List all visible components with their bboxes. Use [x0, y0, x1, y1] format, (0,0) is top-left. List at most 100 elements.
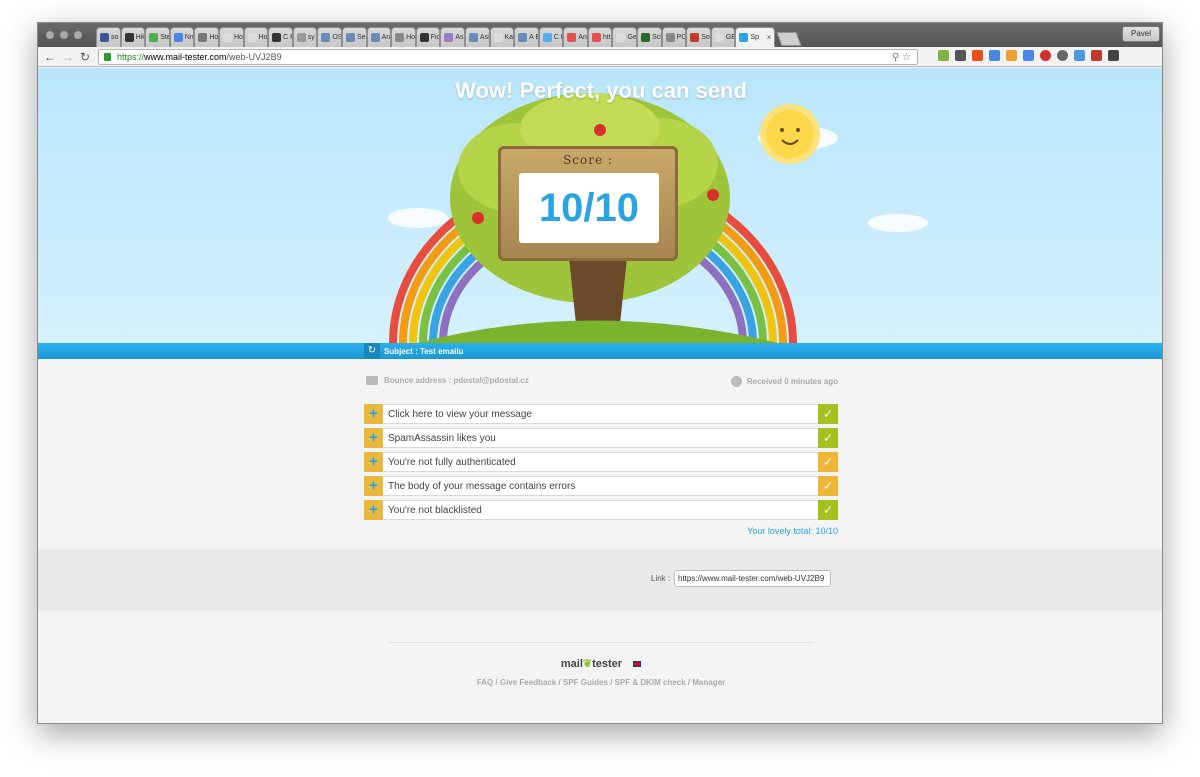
browser-tab[interactable]: Asi [464, 27, 490, 47]
browser-tab[interactable]: Ho [391, 27, 416, 47]
favicon-icon [370, 33, 380, 42]
hero-title: Wow! Perfect, you can send [455, 78, 747, 103]
address-bar[interactable]: https://www.mail-tester.com/web-UVJ2B9 ⚲… [98, 49, 918, 65]
url-host: www.mail-tester.com [144, 52, 227, 62]
tab-label: Fic [430, 34, 441, 41]
adblock-icon[interactable] [1040, 50, 1051, 61]
extension-icon[interactable] [938, 50, 949, 61]
extension-icon[interactable] [972, 50, 983, 61]
share-link-band: Link : [38, 549, 1162, 611]
subject: ↻ Subject : Test emailu [364, 343, 463, 359]
browser-tab[interactable]: Ste [145, 27, 170, 47]
browser-tab[interactable]: sy [292, 27, 318, 47]
score-board: 10/10 [519, 173, 659, 243]
new-tab-button[interactable] [776, 32, 802, 46]
browser-tab[interactable]: Ara [366, 27, 392, 47]
browser-tab[interactable]: Sci [637, 27, 662, 47]
browser-tab[interactable]: OS [317, 27, 342, 47]
browser-tab[interactable]: Ho [194, 27, 219, 47]
minimize-window-icon[interactable] [60, 31, 68, 39]
close-tab-icon[interactable]: × [767, 33, 772, 42]
browser-tab[interactable]: GE [710, 27, 736, 47]
check-row[interactable]: + SpamAssassin likes you ✓ [364, 427, 838, 448]
expand-plus-icon[interactable]: + [364, 451, 383, 472]
refresh-icon[interactable]: ↻ [364, 343, 380, 359]
uk-flag-icon[interactable] [633, 661, 642, 668]
check-label: You're not fully authenticated [388, 456, 516, 468]
bookmark-star-icon[interactable]: ☆ [902, 52, 911, 63]
check-row[interactable]: + Click here to view your message ✓ [364, 403, 838, 424]
browser-tab[interactable]: Ho [243, 27, 269, 47]
browser-tab[interactable]: Ka [489, 27, 515, 47]
extension-icon[interactable] [1091, 50, 1102, 61]
tab-label: Hik [135, 34, 146, 41]
browser-tab[interactable]: A E [514, 27, 539, 47]
footer-links[interactable]: FAQ / Give Feedback / SPF Guides / SPF &… [38, 678, 1162, 687]
extension-icon[interactable] [1057, 50, 1068, 61]
favicon-icon [222, 33, 232, 42]
bounce-address-text: Bounce address : pdostal@pdostal.cz [384, 376, 529, 385]
footer: mail❦tester FAQ / Give Feedback / SPF Gu… [38, 611, 1162, 723]
favicon-icon [321, 33, 331, 42]
expand-plus-icon[interactable]: + [364, 475, 383, 496]
translate-icon[interactable] [1023, 50, 1034, 61]
check-row[interactable]: + The body of your message contains error… [364, 475, 838, 496]
profile-button[interactable]: Pavel [1121, 26, 1160, 42]
close-window-icon[interactable] [46, 31, 54, 39]
tab-label: Ste [160, 34, 170, 41]
zoom-icon[interactable]: ⚲ [892, 52, 899, 63]
browser-tab-active[interactable]: Sp × [735, 27, 776, 47]
share-link-input[interactable] [674, 570, 831, 587]
extension-icon[interactable] [1006, 50, 1017, 61]
browser-tab[interactable]: PC [661, 27, 687, 47]
browser-tab[interactable]: Hik [120, 27, 146, 47]
browser-tab[interactable]: So [686, 27, 711, 47]
favicon-icon [493, 33, 503, 42]
browser-window: so Hik Ste Nm Ho Ho Ho C F sy OS Se Ara Ho Fic Asi Asi K… [37, 22, 1163, 724]
expand-plus-icon[interactable]: + [364, 427, 383, 448]
mail-tester-logo[interactable]: mail❦tester [38, 657, 1162, 670]
browser-tab[interactable]: Fic [415, 27, 441, 47]
browser-tab[interactable]: Se [341, 27, 367, 47]
check-row[interactable]: + You're not blacklisted ✓ [364, 499, 838, 520]
browser-tab[interactable]: Asi [440, 27, 465, 47]
expand-plus-icon[interactable]: + [364, 499, 383, 520]
checkmark-icon: ✓ [818, 500, 838, 520]
browser-tab[interactable]: htt [587, 27, 613, 47]
tab-label: Asi [479, 34, 490, 41]
reload-icon[interactable]: ↻ [80, 50, 90, 64]
browser-tab[interactable]: so [96, 27, 121, 47]
tab-label: sy [307, 34, 315, 41]
pocket-icon[interactable] [955, 50, 966, 61]
score-value: 10/10 [538, 186, 640, 230]
browser-tab[interactable]: Ho [218, 27, 244, 47]
zoom-window-icon[interactable] [74, 31, 82, 39]
extension-icon[interactable] [989, 50, 1000, 61]
extension-icon[interactable] [1074, 50, 1085, 61]
check-row[interactable]: + You're not fully authenticated ✓ [364, 451, 838, 472]
received-time: Received 0 minutes ago [730, 376, 838, 387]
favicon-icon [690, 33, 700, 42]
menu-icon[interactable] [1108, 50, 1119, 61]
browser-tab[interactable]: Ani [563, 27, 588, 47]
tab-label: So [701, 34, 710, 41]
favicon-icon [542, 33, 552, 42]
total-value: 10/10 [815, 526, 838, 536]
browser-tab[interactable]: Nm [169, 27, 195, 47]
favicon-icon [100, 33, 109, 42]
logo-text-left: mail [560, 658, 583, 670]
browser-tab[interactable]: Ge [612, 27, 638, 47]
tab-label: Nm [184, 34, 194, 41]
favicon-icon [641, 33, 651, 42]
favicon-icon [173, 33, 183, 42]
score-hero: Wow! Perfect, you can send Score : 10/10 [38, 68, 1162, 343]
check-label: You're not blacklisted [388, 504, 482, 516]
browser-tab[interactable]: C F [538, 27, 564, 47]
browser-tab[interactable]: C F [268, 27, 293, 47]
expand-plus-icon[interactable]: + [364, 403, 383, 424]
back-arrow-icon[interactable]: ← [44, 50, 56, 64]
bounce-address: Bounce address : pdostal@pdostal.cz [366, 376, 529, 385]
forward-arrow-icon[interactable]: → [62, 50, 74, 64]
check-list: + Click here to view your message ✓ + SpamAs… [364, 403, 838, 524]
link-label: Link : [651, 574, 671, 583]
